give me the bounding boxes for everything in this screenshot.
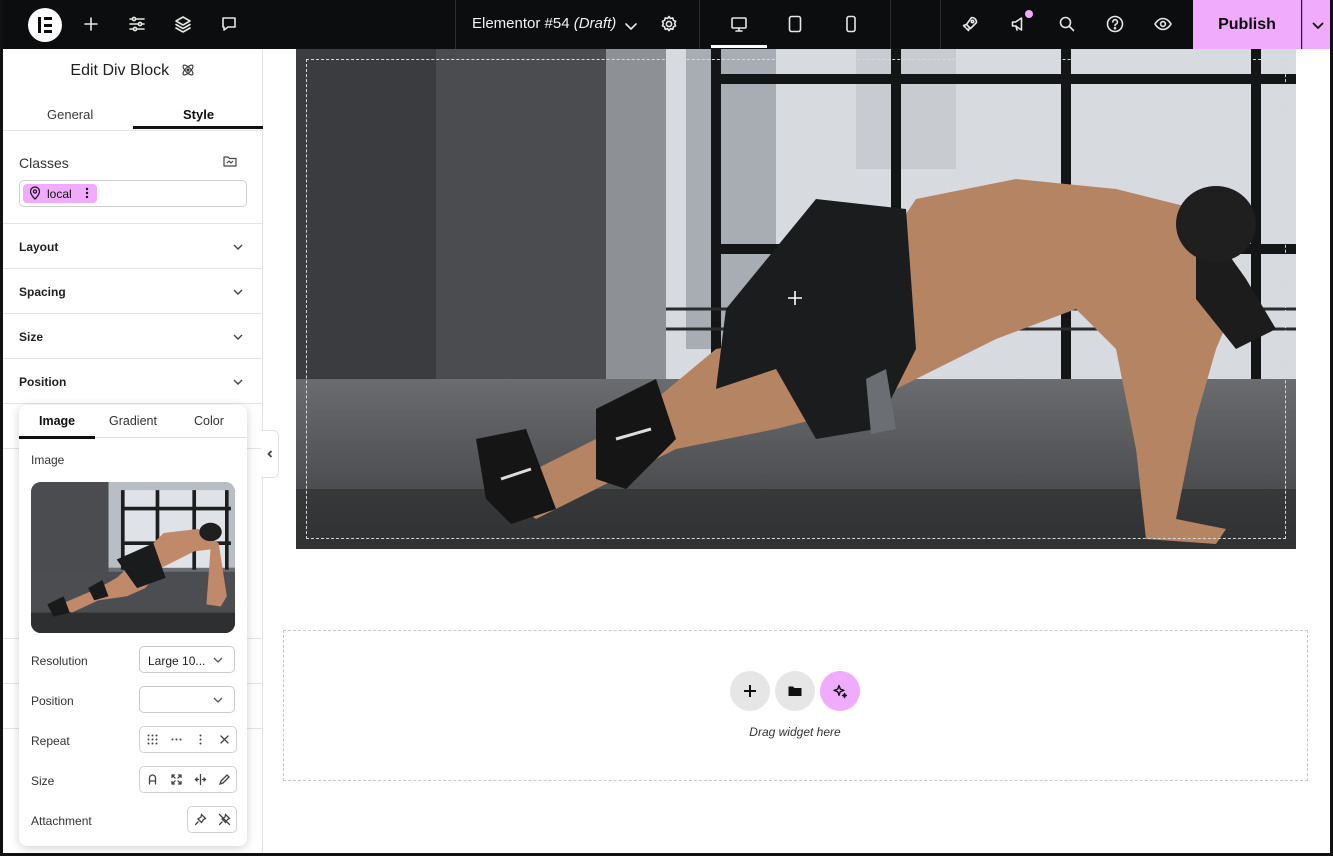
window-frame	[0, 0, 1333, 856]
